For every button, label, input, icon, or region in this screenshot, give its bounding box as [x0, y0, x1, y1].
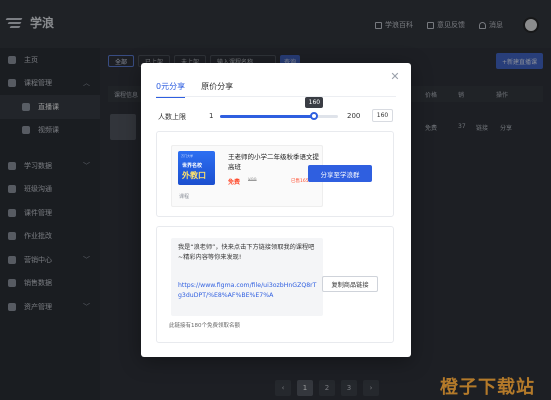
cover-badge: 万门大学 — [181, 154, 194, 158]
course-original-price: ¥99 — [248, 178, 257, 183]
share-message-box: 我是“浪老师”，快来点击下方链接领取我的课程吧~精彩内容等你来发现! https… — [171, 238, 323, 316]
limit-label: 人数上限 — [158, 113, 186, 121]
cover-title-line2: 外教口 — [182, 171, 206, 180]
limit-input[interactable]: 160 — [372, 109, 393, 122]
course-preview: 万门大学 世界名校 外教口 王老师的小学二年级秋季语文提高班 免费 ¥99 已售… — [171, 145, 323, 207]
course-price: 免费 — [228, 179, 241, 186]
slider-handle[interactable] — [310, 112, 319, 120]
course-tag: 课程 — [179, 194, 190, 200]
limit-slider[interactable]: 160 — [220, 97, 338, 120]
slider-max-label: 200 — [347, 112, 361, 120]
share-to-group-button[interactable]: 分享至学浪群 — [308, 165, 372, 182]
watermark: 橙子下载站 — [440, 377, 535, 398]
slider-value-tooltip: 160 — [305, 97, 324, 108]
course-cover: 万门大学 世界名校 外教口 — [178, 151, 215, 185]
copy-link-button[interactable]: 复制商品链接 — [322, 276, 378, 292]
close-icon[interactable]: ✕ — [389, 71, 401, 83]
slider-min-label: 1 — [209, 112, 214, 120]
share-message: 我是“浪老师”，快来点击下方链接领取我的课程吧~精彩内容等你来发现! — [178, 244, 315, 261]
slider-fill — [220, 115, 315, 118]
share-dialog: ✕ 0元分享 原价分享 人数上限 1 160 200 160 万门大学 世界名校… — [141, 63, 411, 357]
quota-note: 此链接有180个免费领取名额 — [169, 323, 240, 329]
cover-title-line1: 世界名校 — [182, 163, 203, 169]
share-link[interactable]: https://www.figma.com/file/ui3ozbHnGZQ8r… — [178, 281, 318, 300]
tab-divider — [156, 96, 396, 97]
